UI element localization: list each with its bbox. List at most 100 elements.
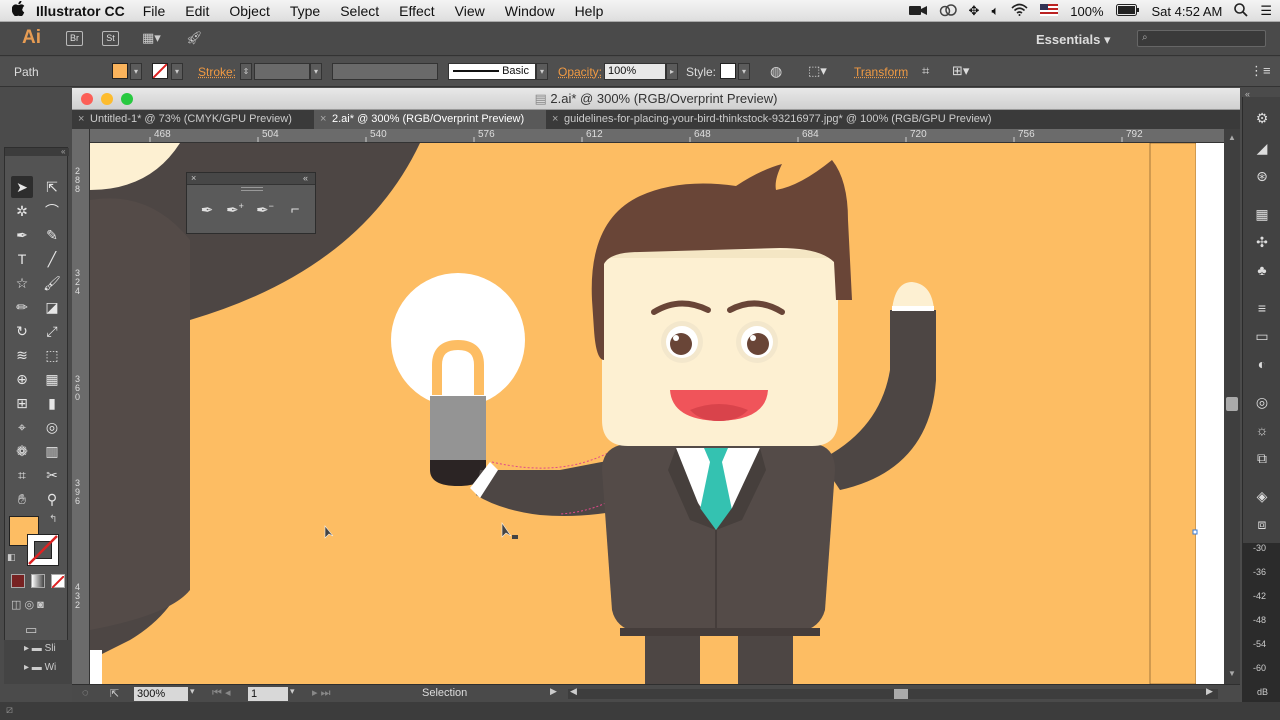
- zoom-tool-icon[interactable]: ⚲: [41, 488, 63, 510]
- gradient-panel-icon[interactable]: ▭: [1253, 327, 1271, 345]
- anchor-point-icon[interactable]: ⌐: [283, 201, 307, 221]
- fill-dropdown[interactable]: ▾: [130, 63, 142, 80]
- flyout-grip[interactable]: [241, 187, 263, 191]
- menu-effect[interactable]: Effect: [399, 3, 435, 19]
- symbols-icon[interactable]: ♣: [1253, 261, 1271, 279]
- rotate-tool-icon[interactable]: ↻: [11, 320, 33, 342]
- arrange-documents-icon[interactable]: ▦▾: [142, 30, 161, 46]
- paintbrush-tool-icon[interactable]: 🖌︎: [41, 272, 63, 294]
- layer-row-sublayer[interactable]: ▸ ▬ Sli: [24, 643, 56, 654]
- battery-icon[interactable]: [1116, 4, 1140, 19]
- artboard-nav-first[interactable]: ⏮ ◂: [212, 686, 230, 700]
- curvature-tool-icon[interactable]: ✎: [41, 224, 63, 246]
- scroll-left-arrow[interactable]: ◀: [570, 686, 577, 697]
- menu-type[interactable]: Type: [290, 3, 320, 19]
- wifi-icon[interactable]: [1011, 3, 1028, 19]
- menu-view[interactable]: View: [455, 3, 485, 19]
- zoom-window-button[interactable]: [121, 93, 133, 105]
- artboard-dropdown[interactable]: ▾: [290, 686, 295, 697]
- symbol-sprayer-tool-icon[interactable]: ❁: [11, 440, 33, 462]
- color-mode-icon[interactable]: [11, 574, 25, 588]
- menu-object[interactable]: Object: [229, 3, 269, 19]
- default-fill-stroke-icon[interactable]: ◧: [7, 552, 16, 563]
- tab-guidelines-jpg[interactable]: × guidelines-for-placing-your-bird-thinks…: [546, 110, 1240, 129]
- hand-tool-icon[interactable]: ✋︎: [11, 488, 33, 510]
- tab-untitled-1[interactable]: × Untitled-1* @ 73% (CMYK/GPU Preview): [72, 110, 314, 129]
- horizontal-ruler[interactable]: 468 504 540 576 612 648 684 720 756 792: [90, 129, 1224, 143]
- graphic-styles-icon[interactable]: ☼: [1253, 421, 1271, 439]
- current-tool-status[interactable]: Selection: [422, 687, 467, 699]
- close-window-button[interactable]: [81, 93, 93, 105]
- right-cuff[interactable]: [892, 306, 934, 311]
- left-figure-shape[interactable]: [90, 198, 190, 630]
- help-search-input[interactable]: ⌕: [1137, 30, 1266, 47]
- bridge-button[interactable]: Br: [66, 31, 83, 46]
- transform-link[interactable]: Transform: [854, 65, 908, 79]
- shape-builder-tool-icon[interactable]: ⊕: [11, 368, 33, 390]
- selection-tool-icon[interactable]: ➤: [11, 176, 33, 198]
- stroke-dropdown[interactable]: ▾: [171, 63, 183, 80]
- clock[interactable]: Sat 4:52 AM: [1152, 4, 1223, 19]
- menu-window[interactable]: Window: [505, 3, 555, 19]
- close-flyout-icon[interactable]: ×: [191, 173, 196, 183]
- gradient-mode-icon[interactable]: [31, 574, 45, 588]
- delete-anchor-point-icon[interactable]: ✒−: [253, 201, 277, 221]
- type-tool-icon[interactable]: T: [11, 248, 33, 270]
- bounding-box-handle[interactable]: [1193, 530, 1197, 534]
- eyedropper-tool-icon[interactable]: ⌖: [11, 416, 33, 438]
- pen-icon[interactable]: ✒: [195, 201, 219, 221]
- opacity-field[interactable]: 100%: [604, 63, 666, 80]
- menu-file[interactable]: File: [143, 3, 166, 19]
- free-transform-tool-icon[interactable]: ⬚: [41, 344, 63, 366]
- fill-swatch[interactable]: [112, 63, 128, 79]
- line-segment-tool-icon[interactable]: ╱: [41, 248, 63, 270]
- horizontal-scroll-thumb[interactable]: [894, 689, 908, 699]
- resize-grip-icon[interactable]: ⧄: [6, 704, 13, 717]
- opacity-label[interactable]: Opacity:: [558, 65, 602, 79]
- stock-button[interactable]: St: [102, 31, 119, 46]
- notification-center-icon[interactable]: ☰: [1260, 3, 1272, 19]
- lightbulb-base[interactable]: [430, 396, 486, 460]
- collapse-flyout-icon[interactable]: «: [303, 173, 308, 183]
- none-mode-icon[interactable]: [51, 574, 65, 588]
- graphic-style-swatch[interactable]: [720, 63, 736, 79]
- scroll-down-arrow[interactable]: ▼: [1228, 669, 1236, 678]
- scroll-up-arrow[interactable]: ▲: [1228, 133, 1236, 142]
- stroke-swatch[interactable]: [152, 63, 168, 79]
- graphic-style-dropdown[interactable]: ▾: [738, 63, 750, 80]
- creative-cloud-icon[interactable]: [939, 3, 957, 20]
- vertical-ruler[interactable]: 288 324 360 396 432: [72, 129, 90, 684]
- magic-wand-tool-icon[interactable]: ✲: [11, 200, 33, 222]
- variable-width-profile[interactable]: [332, 63, 438, 80]
- swatches-icon[interactable]: ▦: [1253, 205, 1271, 223]
- scroll-thumb[interactable]: [1226, 397, 1238, 411]
- appearance-icon[interactable]: ◎: [1253, 393, 1271, 411]
- workspace-switcher[interactable]: Essentials ▾: [1036, 32, 1110, 48]
- flyout-header[interactable]: × «: [187, 173, 315, 185]
- menu-select[interactable]: Select: [340, 3, 379, 19]
- pupil-left[interactable]: [670, 333, 692, 355]
- stroke-weight-stepper[interactable]: ⇕: [240, 63, 252, 80]
- color-panel-icon[interactable]: ⊛: [1253, 167, 1271, 185]
- libraries-icon[interactable]: ⚙: [1253, 109, 1271, 127]
- align-to-selection-icon[interactable]: ⬚▾: [808, 63, 827, 79]
- scale-tool-icon[interactable]: ⤢: [41, 320, 63, 342]
- leg-right[interactable]: [738, 632, 793, 684]
- spotlight-search-icon[interactable]: [1234, 3, 1248, 20]
- perspective-grid-tool-icon[interactable]: ▦: [41, 368, 63, 390]
- menu-help[interactable]: Help: [575, 3, 604, 19]
- screen-mode-icon[interactable]: ▭: [25, 622, 37, 638]
- tab-2-ai[interactable]: × 2.ai* @ 300% (RGB/Overprint Preview): [314, 110, 546, 129]
- brush-definition[interactable]: Basic: [448, 63, 536, 80]
- transparency-icon[interactable]: ◐: [1253, 355, 1271, 373]
- artboards-icon[interactable]: ⧈: [1253, 515, 1271, 533]
- stroke-color-swatch[interactable]: [27, 534, 59, 566]
- eraser-tool-icon[interactable]: ◪: [41, 296, 63, 318]
- layers-icon[interactable]: ◈: [1253, 487, 1271, 505]
- scroll-right-arrow[interactable]: ▶: [1206, 686, 1213, 697]
- swap-fill-stroke-icon[interactable]: ↰: [49, 514, 57, 525]
- gradient-tool-icon[interactable]: ▮: [41, 392, 63, 414]
- stroke-panel-icon[interactable]: ≡: [1253, 299, 1271, 317]
- brush-dropdown[interactable]: ▾: [536, 63, 548, 80]
- vertical-scrollbar[interactable]: ▲ ▼: [1224, 129, 1240, 684]
